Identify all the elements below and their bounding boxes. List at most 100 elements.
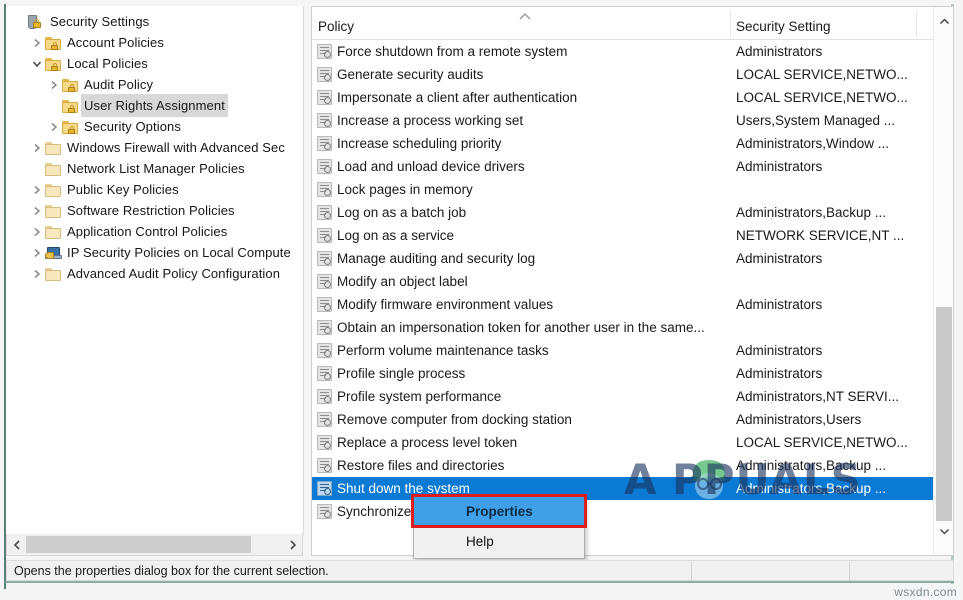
console-tree-pane[interactable]: Security Settings Account Policies Local P… <box>6 6 304 535</box>
policy-rows[interactable]: Force shutdown from a remote system Admin… <box>312 40 953 522</box>
policy-row[interactable]: Force shutdown from a remote system Admin… <box>312 40 953 63</box>
ipsec-icon <box>44 245 63 261</box>
policy-name: Lock pages in memory <box>337 182 473 197</box>
chevron-right-icon[interactable] <box>29 185 44 195</box>
tree-item-software-restriction-policies[interactable]: Software Restriction Policies <box>6 200 303 221</box>
tree-item-windows-firewall-with-advanced-sec[interactable]: Windows Firewall with Advanced Sec <box>6 137 303 158</box>
chevron-down-icon[interactable] <box>29 60 44 68</box>
chevron-right-icon[interactable] <box>29 206 44 216</box>
chevron-right-icon[interactable] <box>29 143 44 153</box>
chevron-right-icon[interactable] <box>46 122 61 132</box>
policy-name: Profile system performance <box>337 389 502 404</box>
tree-hscroll-track[interactable] <box>26 534 283 555</box>
policy-security-setting: Administrators <box>736 343 823 358</box>
policy-row[interactable]: Increase scheduling priority Administrato… <box>312 132 953 155</box>
scroll-up-icon[interactable] <box>934 11 954 31</box>
policy-document-icon <box>317 274 332 289</box>
chevron-right-icon[interactable] <box>29 38 44 48</box>
policy-document-icon <box>317 366 332 381</box>
policy-document-icon <box>317 343 332 358</box>
policy-row[interactable]: Profile single process Administrators <box>312 362 953 385</box>
folder-lock-icon <box>61 77 80 93</box>
folder-lock-icon <box>61 119 80 135</box>
list-vscroll-thumb[interactable] <box>936 307 952 521</box>
tree-item-user-rights-assignment[interactable]: User Rights Assignment <box>6 94 303 117</box>
policy-security-setting: Administrators,NT SERVI... <box>736 389 900 404</box>
chevron-right-icon[interactable] <box>46 80 61 90</box>
scroll-right-icon[interactable] <box>283 535 302 555</box>
security-settings-tree[interactable]: Security Settings Account Policies Local P… <box>6 6 303 284</box>
policy-security-setting: LOCAL SERVICE,NETWO... <box>736 90 908 105</box>
tree-item-security-settings[interactable]: Security Settings <box>6 11 303 32</box>
properties-highlight-annotation <box>411 494 587 528</box>
policy-row[interactable]: Log on as a batch job Administrators,Back… <box>312 201 953 224</box>
sort-ascending-icon <box>517 10 533 24</box>
column-header-security-setting[interactable]: Security Setting <box>736 19 831 34</box>
tree-item-label: Account Policies <box>67 35 164 50</box>
policy-row[interactable]: Increase a process working set Users,Syst… <box>312 109 953 132</box>
policy-row[interactable]: Remove computer from docking station Admi… <box>312 408 953 431</box>
policy-document-icon <box>317 389 332 404</box>
policy-name: Modify firmware environment values <box>337 297 554 312</box>
tree-item-label: Security Settings <box>50 14 150 29</box>
tree-item-ip-security-policies-on-local-compute[interactable]: IP Security Policies on Local Compute <box>6 242 303 263</box>
policy-document-icon <box>317 90 332 105</box>
policy-document-icon <box>317 67 332 82</box>
tree-item-label: Audit Policy <box>84 77 154 92</box>
tree-item-security-options[interactable]: Security Options <box>6 116 303 137</box>
column-divider-2[interactable] <box>916 11 917 37</box>
policy-row-selected[interactable]: Shut down the system Administrators,Backu… <box>312 477 953 500</box>
policy-row[interactable]: Replace a process level token LOCAL SERVI… <box>312 431 953 454</box>
policy-row[interactable]: Modify firmware environment values Admini… <box>312 293 953 316</box>
policy-document-icon <box>317 228 332 243</box>
folder-lock-icon <box>44 35 63 51</box>
policy-row[interactable]: Modify an object label <box>312 270 953 293</box>
tree-item-public-key-policies[interactable]: Public Key Policies <box>6 179 303 200</box>
status-bar-divider-1 <box>691 562 692 581</box>
folder-icon <box>44 182 63 198</box>
list-column-header[interactable]: Policy Security Setting <box>312 7 953 40</box>
policy-row[interactable]: Manage auditing and security log Administ… <box>312 247 953 270</box>
policy-name: Force shutdown from a remote system <box>337 44 568 59</box>
policy-row[interactable]: Load and unload device drivers Administra… <box>312 155 953 178</box>
tree-item-label: Advanced Audit Policy Configuration <box>67 266 281 281</box>
policy-row[interactable]: Generate security audits LOCAL SERVICE,NE… <box>312 63 953 86</box>
policy-row[interactable]: Perform volume maintenance tasks Administ… <box>312 339 953 362</box>
tree-item-audit-policy[interactable]: Audit Policy <box>6 74 303 95</box>
policy-security-setting: NETWORK SERVICE,NT ... <box>736 228 905 243</box>
tree-horizontal-scrollbar[interactable] <box>6 534 303 556</box>
local-security-policy-window: Security Settings Account Policies Local P… <box>0 0 963 600</box>
policy-name: Load and unload device drivers <box>337 159 525 174</box>
policy-row[interactable]: Restore files and directories Administrat… <box>312 454 953 477</box>
chevron-right-icon[interactable] <box>29 248 44 258</box>
policy-name: Impersonate a client after authenticatio… <box>337 90 578 105</box>
tree-hscroll-thumb[interactable] <box>26 535 251 553</box>
list-vertical-scrollbar[interactable] <box>933 7 953 555</box>
status-bar-message: Opens the properties dialog box for the … <box>14 564 329 578</box>
context-menu-item-help[interactable]: Help <box>414 527 584 557</box>
policy-row[interactable]: Profile system performance Administrators… <box>312 385 953 408</box>
scroll-down-icon[interactable] <box>934 521 954 541</box>
policy-name: Modify an object label <box>337 274 468 289</box>
site-watermark: wsxdn.com <box>894 585 957 599</box>
tree-item-application-control-policies[interactable]: Application Control Policies <box>6 221 303 242</box>
chevron-right-icon[interactable] <box>29 227 44 237</box>
policy-row[interactable]: Impersonate a client after authenticatio… <box>312 86 953 109</box>
tree-item-network-list-manager-policies[interactable]: Network List Manager Policies <box>6 158 303 179</box>
scroll-left-icon[interactable] <box>7 535 26 555</box>
policy-row[interactable]: Synchronize directory service data <box>312 500 953 522</box>
list-bottom-strip <box>312 541 953 555</box>
chevron-right-icon[interactable] <box>29 269 44 279</box>
column-header-policy[interactable]: Policy <box>318 19 354 34</box>
tree-item-local-policies[interactable]: Local Policies <box>6 53 303 74</box>
policy-row[interactable]: Log on as a service NETWORK SERVICE,NT ..… <box>312 224 953 247</box>
tree-item-account-policies[interactable]: Account Policies <box>6 32 303 53</box>
column-divider[interactable] <box>730 11 731 37</box>
tree-item-advanced-audit-policy-configuration[interactable]: Advanced Audit Policy Configuration <box>6 263 303 284</box>
policy-row[interactable]: Obtain an impersonation token for anothe… <box>312 316 953 339</box>
policy-row[interactable]: Lock pages in memory <box>312 178 953 201</box>
tree-item-label: Local Policies <box>67 56 148 71</box>
policy-name: Increase scheduling priority <box>337 136 502 151</box>
policy-list-pane[interactable]: Policy Security Setting Force shutdown f… <box>311 6 954 556</box>
policy-name: Perform volume maintenance tasks <box>337 343 549 358</box>
